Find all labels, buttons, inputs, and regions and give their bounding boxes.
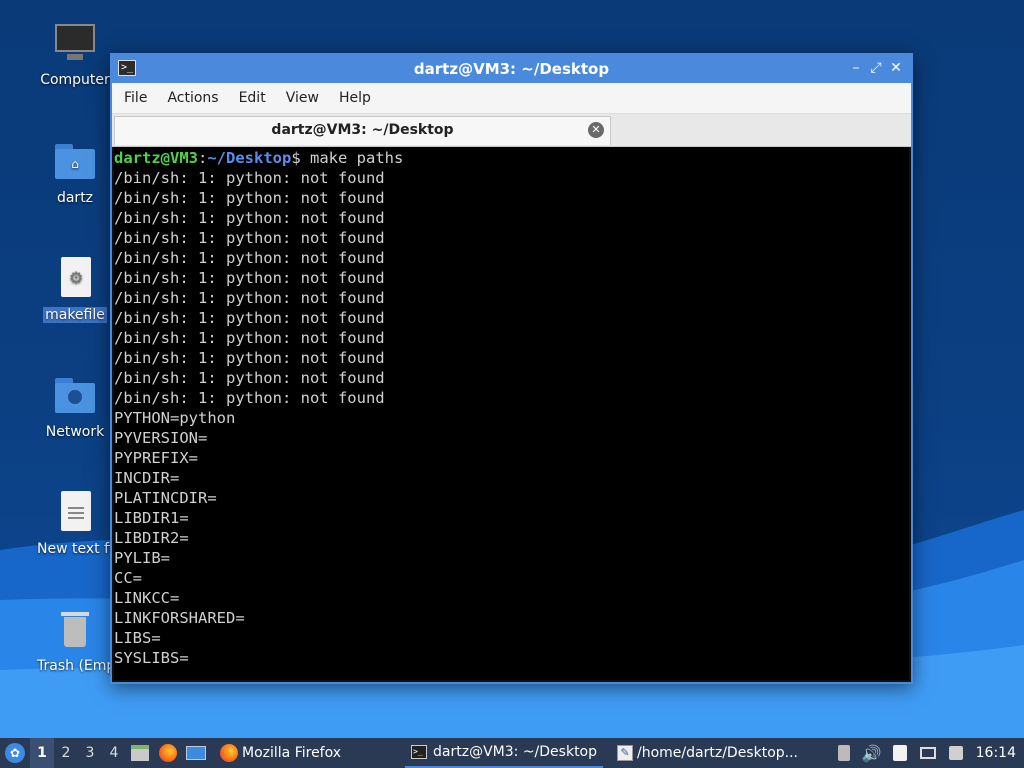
window-title: dartz@VM3: ~/Desktop <box>413 60 610 78</box>
output-line: LIBS= <box>114 629 161 647</box>
desktop-icon-label: dartz <box>56 190 94 206</box>
minimize-icon[interactable]: – <box>847 59 865 77</box>
desktop-icon-home-folder[interactable]: ⌂ dartz <box>35 140 115 206</box>
network-folder-icon <box>53 374 97 418</box>
text-file-icon <box>53 491 97 535</box>
output-line: /bin/sh: 1: python: not found <box>114 349 385 367</box>
desktop-icon-network[interactable]: Network <box>35 374 115 440</box>
prompt-command: make paths <box>300 149 404 167</box>
tab-terminal[interactable]: dartz@VM3: ~/Desktop ✕ <box>114 116 611 145</box>
app-menu-icon: ✿ <box>5 743 25 763</box>
network-status-icon[interactable] <box>917 742 939 764</box>
output-line: LINKFORSHARED= <box>114 609 245 627</box>
output-line: /bin/sh: 1: python: not found <box>114 389 385 407</box>
close-icon[interactable]: ✕ <box>887 59 905 77</box>
workspace-2[interactable]: 2 <box>54 745 78 761</box>
output-line: /bin/sh: 1: python: not found <box>114 249 385 267</box>
menu-view[interactable]: View <box>278 86 327 110</box>
notes-icon[interactable] <box>889 742 911 764</box>
window-titlebar[interactable]: >_ dartz@VM3: ~/Desktop – ⤢ ✕ <box>112 55 911 83</box>
output-line: LIBDIR2= <box>114 529 189 547</box>
desktop-icon-label: Network <box>45 424 105 440</box>
menu-edit[interactable]: Edit <box>231 86 274 110</box>
output-line: PLATINCDIR= <box>114 489 217 507</box>
task-terminal[interactable]: >_ dartz@VM3: ~/Desktop <box>405 738 604 768</box>
desktop-icon-new-text-file[interactable]: New text fil <box>35 491 117 557</box>
menu-actions[interactable]: Actions <box>159 86 226 110</box>
menu-help[interactable]: Help <box>331 86 379 110</box>
trash-icon <box>53 608 97 652</box>
workspace-4[interactable]: 4 <box>102 745 126 761</box>
menu-file[interactable]: File <box>116 86 155 110</box>
output-line: /bin/sh: 1: python: not found <box>114 369 385 387</box>
output-line: /bin/sh: 1: python: not found <box>114 329 385 347</box>
monitor-icon <box>53 22 97 66</box>
prompt-line: dartz@VM3:~/Desktop$ make paths <box>114 148 909 168</box>
menubar: File Actions Edit View Help <box>112 83 911 114</box>
task-label: dartz@VM3: ~/Desktop <box>433 744 598 760</box>
prompt-colon: : <box>198 149 208 167</box>
clock[interactable]: 16:14 <box>970 738 1024 768</box>
prompt-path: ~/Desktop <box>207 149 292 167</box>
desktop-icon-computer[interactable]: Computer <box>35 22 115 88</box>
task-label: /home/dartz/Desktop... <box>637 745 799 761</box>
task-text-editor[interactable]: ✎ /home/dartz/Desktop... <box>611 738 804 768</box>
text-editor-icon: ✎ <box>617 745 634 761</box>
file-manager-launcher-icon[interactable] <box>129 742 151 764</box>
prompt-symbol: $ <box>291 149 301 167</box>
output-line: /bin/sh: 1: python: not found <box>114 269 385 287</box>
show-desktop-icon[interactable] <box>185 742 207 764</box>
output-line: PYVERSION= <box>114 429 208 447</box>
firefox-launcher-icon[interactable] <box>157 742 179 764</box>
tab-title: dartz@VM3: ~/Desktop <box>271 122 454 138</box>
output-line: LIBDIR1= <box>114 509 189 527</box>
desktop-icon-label: Computer <box>40 72 110 88</box>
terminal-icon: >_ <box>411 745 428 759</box>
desktop-icon-label: New text fil <box>37 541 117 557</box>
desktop-icon-trash[interactable]: Trash (Empt <box>35 608 121 674</box>
clipboard-icon[interactable] <box>833 742 855 764</box>
taskbar: ✿ 1 2 3 4 Mozilla Firefox >_ dartz@VM3: … <box>0 738 1024 768</box>
prompt-user-host: dartz@VM3 <box>114 149 198 167</box>
maximize-icon[interactable]: ⤢ <box>867 59 885 77</box>
tab-close-icon[interactable]: ✕ <box>588 122 604 138</box>
output-line: PYLIB= <box>114 549 170 567</box>
output-line: INCDIR= <box>114 469 180 487</box>
output-line: /bin/sh: 1: python: not found <box>114 189 385 207</box>
terminal-window: >_ dartz@VM3: ~/Desktop – ⤢ ✕ File Actio… <box>110 53 913 684</box>
terminal-output[interactable]: dartz@VM3:~/Desktop$ make paths /bin/sh:… <box>114 147 909 680</box>
output-line: /bin/sh: 1: python: not found <box>114 309 385 327</box>
output-line: CC= <box>114 569 142 587</box>
output-line: LINKCC= <box>114 589 180 607</box>
settings-file-icon: ⚙ <box>53 257 97 301</box>
home-folder-icon: ⌂ <box>53 140 97 184</box>
firefox-icon <box>220 744 238 762</box>
output-line: /bin/sh: 1: python: not found <box>114 169 385 187</box>
output-line: SYSLIBS= <box>114 649 189 667</box>
desktop-icon-label: makefile <box>43 307 107 323</box>
start-menu-button[interactable]: ✿ <box>0 738 30 768</box>
output-line: /bin/sh: 1: python: not found <box>114 289 385 307</box>
output-line: /bin/sh: 1: python: not found <box>114 229 385 247</box>
output-line: PYTHON=python <box>114 409 236 427</box>
task-firefox[interactable]: Mozilla Firefox <box>214 738 347 768</box>
workspace-3[interactable]: 3 <box>78 745 102 761</box>
update-notifier-icon[interactable] <box>945 742 967 764</box>
desktop-icon-makefile[interactable]: ⚙ makefile <box>35 257 115 323</box>
volume-icon[interactable]: 🔊 <box>861 742 883 764</box>
tab-bar: dartz@VM3: ~/Desktop ✕ <box>112 114 911 147</box>
output-line: PYPREFIX= <box>114 449 198 467</box>
workspace-switcher: 1 2 3 4 <box>30 738 126 768</box>
output-line: /bin/sh: 1: python: not found <box>114 209 385 227</box>
task-label: Mozilla Firefox <box>242 745 342 761</box>
workspace-1[interactable]: 1 <box>30 738 54 768</box>
